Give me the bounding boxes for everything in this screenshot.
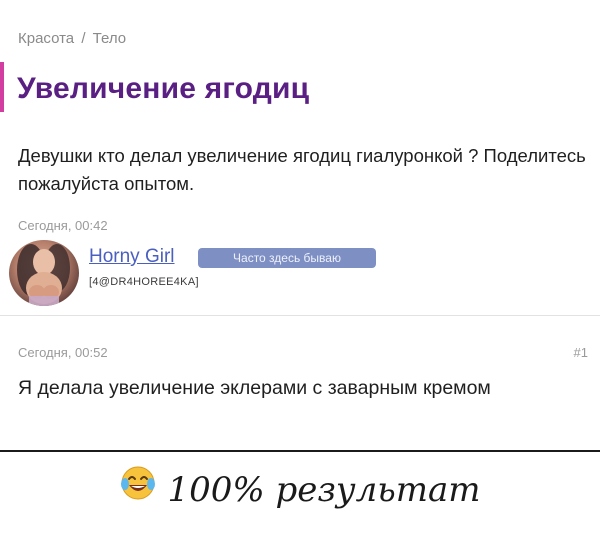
reply-number[interactable]: #1 (574, 345, 588, 360)
meme-caption: 100% результат (0, 466, 600, 511)
page-title: Увеличение ягодиц (17, 72, 310, 105)
face-with-tears-of-joy-icon (119, 464, 157, 507)
caption-text: 100% результат (167, 469, 481, 510)
avatar-photo (17, 244, 70, 306)
reply-timestamp: Сегодня, 00:52 (18, 345, 108, 360)
post-divider (0, 315, 600, 316)
breadcrumb: Красота / Тело (18, 30, 126, 47)
author-status-badge: Часто здесь бываю (198, 248, 376, 268)
author-username-link[interactable]: Horny Girl (89, 246, 175, 268)
avatar[interactable] (9, 240, 79, 306)
author-tag: [4@DR4HOREE4KA] (89, 276, 199, 288)
forum-post-card: Красота / Тело Увеличение ягодиц Девушки… (0, 0, 600, 452)
breadcrumb-separator: / (81, 30, 86, 47)
title-accent-bar (0, 62, 4, 112)
breadcrumb-item-body[interactable]: Тело (93, 30, 126, 47)
breadcrumb-item-beauty[interactable]: Красота (18, 30, 74, 47)
screenshot-page: Красота / Тело Увеличение ягодиц Девушки… (0, 0, 600, 547)
question-text: Девушки кто делал увеличение ягодиц гиал… (18, 145, 586, 194)
question-timestamp: Сегодня, 00:42 (18, 218, 108, 233)
reply-text: Я делала увеличение эклерами с заварным … (18, 377, 491, 399)
